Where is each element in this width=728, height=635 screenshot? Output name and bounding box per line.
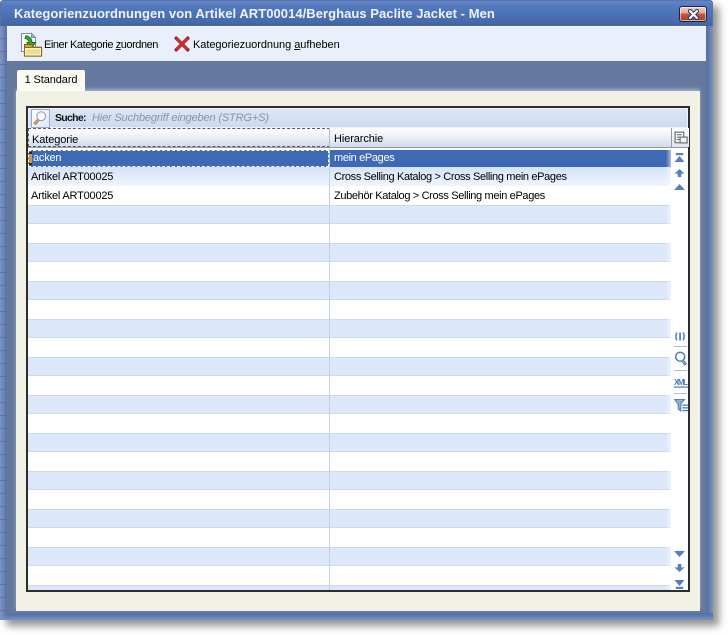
svg-text:XML: XML	[674, 378, 688, 387]
